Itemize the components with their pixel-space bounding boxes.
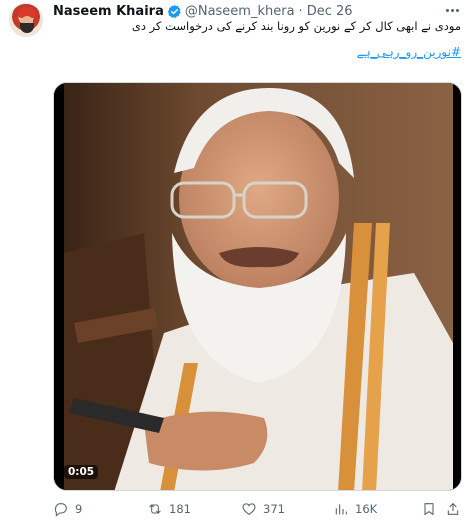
author-name[interactable]: Naseem Khaira — [53, 4, 164, 19]
views-button[interactable]: 16K — [333, 499, 377, 519]
share-button[interactable] — [445, 499, 461, 519]
avatar-beard — [20, 23, 34, 33]
repost-button[interactable]: 181 — [147, 499, 191, 519]
reply-count: 9 — [75, 502, 83, 516]
video-frame — [54, 83, 461, 490]
separator-dot: · — [298, 3, 303, 19]
video-player[interactable]: 0:05 — [53, 82, 462, 491]
video-duration-badge: 0:05 — [64, 465, 99, 479]
bookmark-icon — [424, 503, 434, 516]
repost-count: 181 — [169, 502, 191, 516]
tweet-text: مودی نے ابھی کال کر کے نورین کو رونا بند… — [131, 19, 461, 33]
like-count: 371 — [263, 502, 285, 516]
avatar[interactable] — [9, 3, 43, 37]
reply-icon — [54, 503, 67, 517]
tweet-date[interactable]: Dec 26 — [307, 4, 353, 19]
tweet-header: Naseem Khaira @Naseem_khera · Dec 26 — [53, 2, 353, 20]
tweet-actions: 9 181 371 16K — [53, 499, 462, 519]
share-icon — [447, 502, 459, 515]
verified-badge-icon — [167, 4, 181, 18]
views-count: 16K — [355, 502, 378, 516]
bookmark-button[interactable] — [421, 499, 437, 519]
heart-icon — [242, 503, 256, 515]
more-options-icon[interactable] — [442, 2, 462, 18]
reply-button[interactable]: 9 — [53, 499, 82, 519]
like-button[interactable]: 371 — [241, 499, 285, 519]
author-handle[interactable]: @Naseem_khera — [185, 4, 295, 19]
hashtag-link[interactable]: #نورین_رو_رہی_ہے — [357, 45, 461, 59]
repost-icon — [149, 504, 161, 514]
bar-chart-icon — [335, 504, 347, 515]
